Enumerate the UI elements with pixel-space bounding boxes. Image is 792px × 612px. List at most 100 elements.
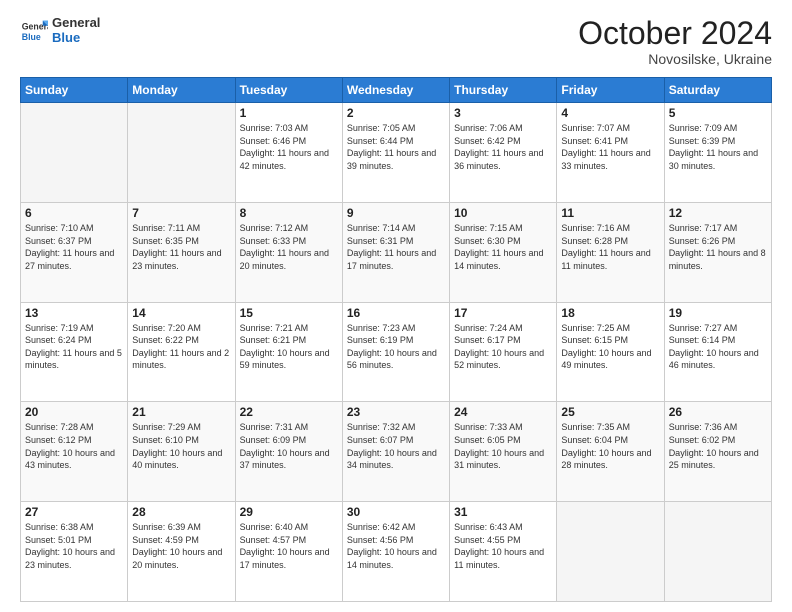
day-number: 31 [454,505,552,519]
day-number: 25 [561,405,659,419]
calendar-cell: 24Sunrise: 7:33 AM Sunset: 6:05 PM Dayli… [450,402,557,502]
day-number: 29 [240,505,338,519]
calendar-cell: 1 Sunrise: 7:03 AM Sunset: 6:46 PM Daylig… [235,103,342,203]
calendar-cell: 11 Sunrise: 7:16 AM Sunset: 6:28 PM Dayli… [557,202,664,302]
day-header-friday: Friday [557,78,664,103]
calendar-cell: 7 Sunrise: 7:11 AM Sunset: 6:35 PM Daylig… [128,202,235,302]
calendar-cell: 8 Sunrise: 7:12 AM Sunset: 6:33 PM Daylig… [235,202,342,302]
day-header-tuesday: Tuesday [235,78,342,103]
calendar-cell [21,103,128,203]
day-number: 14 [132,306,230,320]
calendar-header-row: SundayMondayTuesdayWednesdayThursdayFrid… [21,78,772,103]
calendar-cell: 2 Sunrise: 7:05 AM Sunset: 6:44 PM Daylig… [342,103,449,203]
day-number: 7 [132,206,230,220]
day-header-monday: Monday [128,78,235,103]
day-number: 3 [454,106,552,120]
day-info: Sunrise: 7:05 AM Sunset: 6:44 PM Dayligh… [347,122,445,172]
day-number: 19 [669,306,767,320]
calendar-cell: 30Sunrise: 6:42 AM Sunset: 4:56 PM Dayli… [342,502,449,602]
day-number: 12 [669,206,767,220]
day-number: 27 [25,505,123,519]
day-info: Sunrise: 7:11 AM Sunset: 6:35 PM Dayligh… [132,222,230,272]
day-number: 10 [454,206,552,220]
day-number: 28 [132,505,230,519]
day-info: Sunrise: 6:43 AM Sunset: 4:55 PM Dayligh… [454,521,552,571]
calendar-cell [128,103,235,203]
calendar-cell: 17Sunrise: 7:24 AM Sunset: 6:17 PM Dayli… [450,302,557,402]
calendar-cell: 3Sunrise: 7:06 AM Sunset: 6:42 PM Daylig… [450,103,557,203]
calendar-cell: 28 Sunrise: 6:39 AM Sunset: 4:59 PM Dayli… [128,502,235,602]
day-info: Sunrise: 7:16 AM Sunset: 6:28 PM Dayligh… [561,222,659,272]
calendar-cell: 25Sunrise: 7:35 AM Sunset: 6:04 PM Dayli… [557,402,664,502]
svg-text:Blue: Blue [22,32,41,42]
day-number: 30 [347,505,445,519]
calendar-cell: 12 Sunrise: 7:17 AM Sunset: 6:26 PM Dayli… [664,202,771,302]
calendar-week-row: 20 Sunrise: 7:28 AM Sunset: 6:12 PM Dayli… [21,402,772,502]
location: Novosilske, Ukraine [578,51,772,67]
logo-blue: Blue [52,31,100,46]
title-block: October 2024 Novosilske, Ukraine [578,16,772,67]
calendar-cell: 13 Sunrise: 7:19 AM Sunset: 6:24 PM Dayli… [21,302,128,402]
day-number: 17 [454,306,552,320]
day-info: Sunrise: 7:10 AM Sunset: 6:37 PM Dayligh… [25,222,123,272]
day-info: Sunrise: 7:07 AM Sunset: 6:41 PM Dayligh… [561,122,659,172]
day-info: Sunrise: 7:20 AM Sunset: 6:22 PM Dayligh… [132,322,230,372]
calendar-cell: 19 Sunrise: 7:27 AM Sunset: 6:14 PM Dayli… [664,302,771,402]
calendar-cell: 16Sunrise: 7:23 AM Sunset: 6:19 PM Dayli… [342,302,449,402]
day-info: Sunrise: 7:09 AM Sunset: 6:39 PM Dayligh… [669,122,767,172]
calendar-week-row: 27Sunrise: 6:38 AM Sunset: 5:01 PM Dayli… [21,502,772,602]
day-info: Sunrise: 7:14 AM Sunset: 6:31 PM Dayligh… [347,222,445,272]
logo: General Blue General Blue [20,16,100,46]
day-header-sunday: Sunday [21,78,128,103]
calendar-cell: 18 Sunrise: 7:25 AM Sunset: 6:15 PM Dayli… [557,302,664,402]
calendar-cell: 27Sunrise: 6:38 AM Sunset: 5:01 PM Dayli… [21,502,128,602]
day-info: Sunrise: 6:39 AM Sunset: 4:59 PM Dayligh… [132,521,230,571]
day-number: 2 [347,106,445,120]
calendar-cell: 22Sunrise: 7:31 AM Sunset: 6:09 PM Dayli… [235,402,342,502]
calendar-week-row: 1 Sunrise: 7:03 AM Sunset: 6:46 PM Daylig… [21,103,772,203]
day-number: 6 [25,206,123,220]
calendar-cell: 31 Sunrise: 6:43 AM Sunset: 4:55 PM Dayli… [450,502,557,602]
day-number: 11 [561,206,659,220]
calendar-cell: 4 Sunrise: 7:07 AM Sunset: 6:41 PM Daylig… [557,103,664,203]
day-info: Sunrise: 7:28 AM Sunset: 6:12 PM Dayligh… [25,421,123,471]
calendar-cell: 20 Sunrise: 7:28 AM Sunset: 6:12 PM Dayli… [21,402,128,502]
day-info: Sunrise: 7:12 AM Sunset: 6:33 PM Dayligh… [240,222,338,272]
calendar-cell [664,502,771,602]
calendar-cell: 26Sunrise: 7:36 AM Sunset: 6:02 PM Dayli… [664,402,771,502]
day-info: Sunrise: 7:15 AM Sunset: 6:30 PM Dayligh… [454,222,552,272]
day-number: 13 [25,306,123,320]
calendar-week-row: 13 Sunrise: 7:19 AM Sunset: 6:24 PM Dayli… [21,302,772,402]
calendar-cell [557,502,664,602]
day-info: Sunrise: 7:23 AM Sunset: 6:19 PM Dayligh… [347,322,445,372]
calendar-cell: 23 Sunrise: 7:32 AM Sunset: 6:07 PM Dayli… [342,402,449,502]
day-info: Sunrise: 7:25 AM Sunset: 6:15 PM Dayligh… [561,322,659,372]
page: General Blue General Blue October 2024 N… [0,0,792,612]
day-number: 18 [561,306,659,320]
calendar-cell: 5Sunrise: 7:09 AM Sunset: 6:39 PM Daylig… [664,103,771,203]
day-info: Sunrise: 7:33 AM Sunset: 6:05 PM Dayligh… [454,421,552,471]
day-number: 26 [669,405,767,419]
calendar-cell: 29 Sunrise: 6:40 AM Sunset: 4:57 PM Dayli… [235,502,342,602]
day-info: Sunrise: 6:40 AM Sunset: 4:57 PM Dayligh… [240,521,338,571]
calendar-cell: 21Sunrise: 7:29 AM Sunset: 6:10 PM Dayli… [128,402,235,502]
day-info: Sunrise: 7:19 AM Sunset: 6:24 PM Dayligh… [25,322,123,372]
logo-general: General [52,16,100,31]
calendar-table: SundayMondayTuesdayWednesdayThursdayFrid… [20,77,772,602]
day-header-wednesday: Wednesday [342,78,449,103]
day-info: Sunrise: 7:03 AM Sunset: 6:46 PM Dayligh… [240,122,338,172]
day-info: Sunrise: 7:21 AM Sunset: 6:21 PM Dayligh… [240,322,338,372]
day-number: 1 [240,106,338,120]
logo-icon: General Blue [20,17,48,45]
day-info: Sunrise: 7:27 AM Sunset: 6:14 PM Dayligh… [669,322,767,372]
day-number: 21 [132,405,230,419]
day-number: 20 [25,405,123,419]
day-number: 9 [347,206,445,220]
day-info: Sunrise: 7:17 AM Sunset: 6:26 PM Dayligh… [669,222,767,272]
month-title: October 2024 [578,16,772,51]
calendar-cell: 6 Sunrise: 7:10 AM Sunset: 6:37 PM Daylig… [21,202,128,302]
day-number: 23 [347,405,445,419]
day-info: Sunrise: 7:32 AM Sunset: 6:07 PM Dayligh… [347,421,445,471]
day-number: 8 [240,206,338,220]
day-number: 4 [561,106,659,120]
